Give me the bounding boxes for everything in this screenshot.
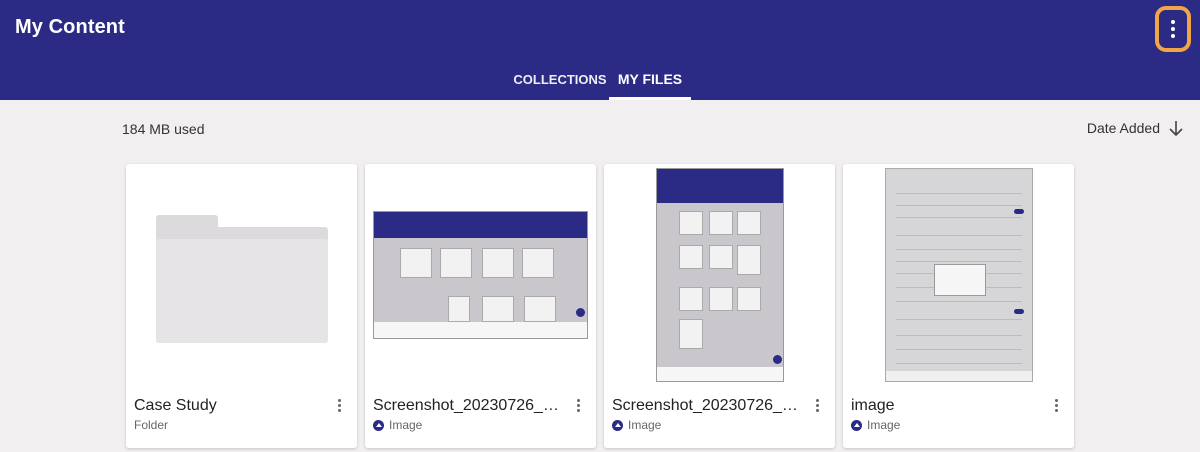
sort-label: Date Added: [1086, 120, 1160, 136]
tab-my-files[interactable]: MY FILES: [609, 60, 691, 100]
screenshot-thumbnail: [373, 211, 588, 339]
more-vertical-icon: [1171, 20, 1175, 38]
image-type-icon: [373, 419, 384, 431]
tab-indicator: [609, 97, 691, 100]
file-card[interactable]: Case Study Folder: [126, 164, 357, 448]
image-thumbnail: [843, 164, 1074, 386]
file-type-label: Image: [389, 418, 423, 432]
image-type-icon: [851, 419, 862, 431]
card-more-button[interactable]: [572, 394, 584, 416]
file-card[interactable]: Screenshot_20230726_1... Image: [604, 164, 835, 448]
card-more-button[interactable]: [1050, 394, 1062, 416]
folder-thumbnail: [126, 164, 357, 386]
overflow-menu-button[interactable]: [1155, 6, 1191, 52]
file-type: Image: [373, 418, 422, 432]
tab-collections[interactable]: COLLECTIONS: [510, 60, 610, 100]
file-type: Image: [612, 418, 661, 432]
card-more-button[interactable]: [811, 394, 823, 416]
card-more-button[interactable]: [333, 394, 345, 416]
image-type-icon: [612, 419, 623, 431]
app-bar: My Content COLLECTIONS MY FILES: [0, 0, 1200, 100]
image-thumbnail: [604, 164, 835, 386]
file-name: Screenshot_20230726_1...: [373, 397, 563, 414]
sort-button[interactable]: Date Added: [1087, 119, 1184, 137]
file-type-label: Image: [867, 418, 901, 432]
arrow-down-icon: [1169, 121, 1183, 137]
file-card[interactable]: image Image: [843, 164, 1074, 448]
file-name: image: [851, 397, 895, 414]
file-type: Folder: [134, 418, 168, 432]
file-name: Screenshot_20230726_1...: [612, 397, 802, 414]
file-type: Image: [851, 418, 900, 432]
screenshot-thumbnail: [655, 168, 784, 382]
folder-icon: [155, 215, 328, 343]
file-name: Case Study: [134, 397, 217, 414]
file-card[interactable]: Screenshot_20230726_1... Image: [365, 164, 596, 448]
page-title: My Content: [15, 16, 125, 38]
screenshot-thumbnail: [884, 168, 1033, 382]
file-type-label: Folder: [134, 418, 169, 432]
storage-usage: 184 MB used: [122, 121, 205, 137]
file-type-label: Image: [628, 418, 662, 432]
image-thumbnail: [365, 164, 596, 386]
